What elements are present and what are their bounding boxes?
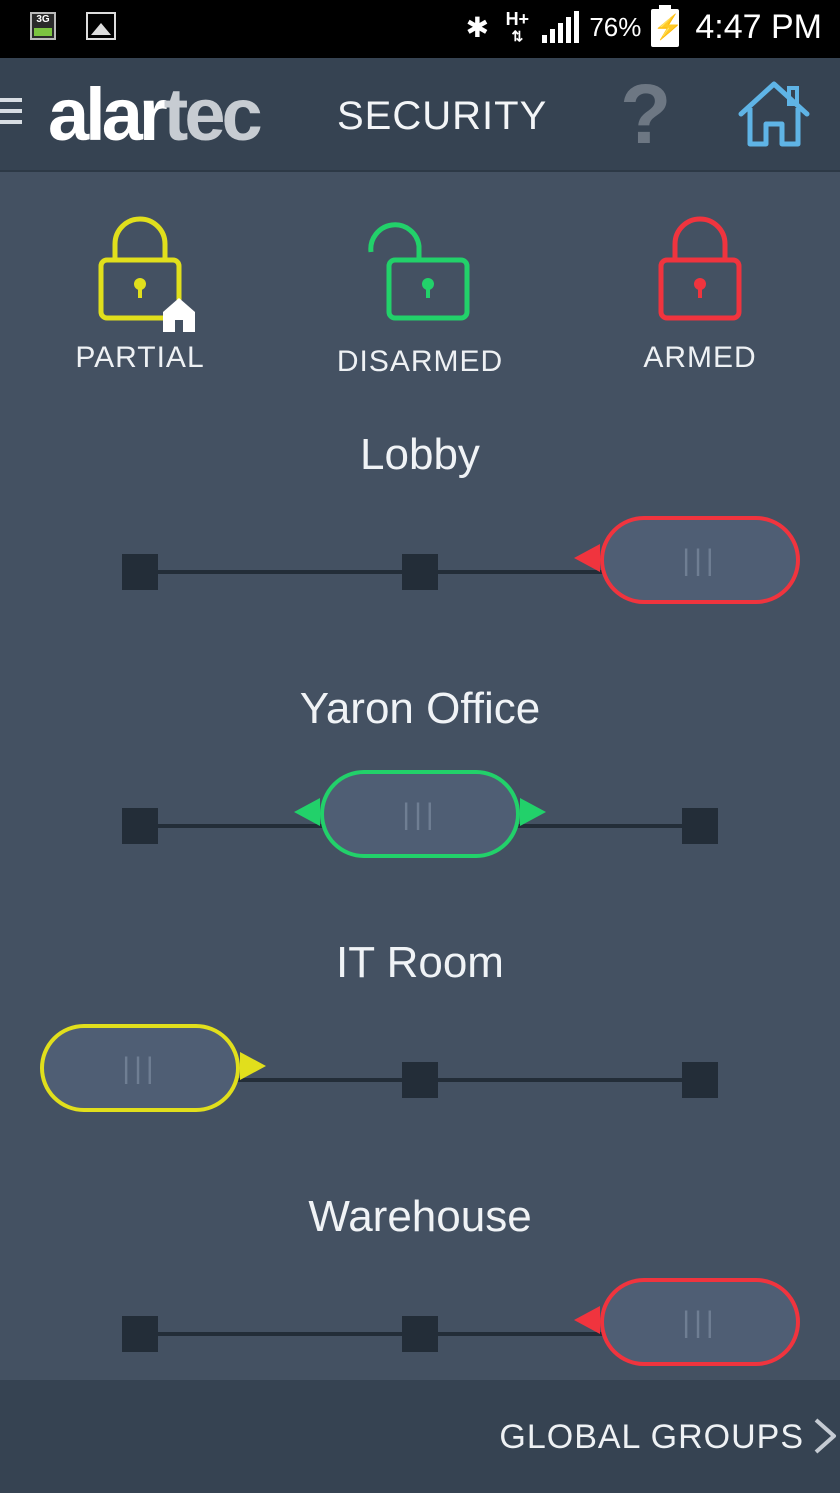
arrow-right-icon — [240, 1052, 266, 1080]
page-title: SECURITY — [337, 94, 548, 138]
lock-home-icon — [98, 216, 195, 332]
slider-stop-armed[interactable] — [682, 808, 718, 844]
mode-partial[interactable]: PARTIAL — [40, 212, 240, 375]
grip-lines-icon: ||| — [402, 798, 438, 831]
slider-stop-disarmed[interactable] — [402, 554, 438, 590]
grip-lines-icon: ||| — [682, 544, 718, 577]
clock: 4:47 PM — [695, 8, 822, 46]
footer-bar: GLOBAL GROUPS — [0, 1380, 840, 1493]
zone-name: IT Room — [336, 938, 504, 987]
status-bar: 3G ✱ H+⇅ 76% 4:47 PM — [0, 0, 840, 58]
zone-name: Warehouse — [308, 1192, 532, 1241]
mode-armed[interactable]: ARMED — [600, 212, 800, 375]
mode-legend: PARTIAL DISARMED ARMED — [0, 212, 840, 382]
3g-icon: 3G — [30, 12, 56, 40]
slider-stop-partial[interactable] — [122, 554, 158, 590]
grip-lines-icon: ||| — [122, 1052, 158, 1085]
slider-stop-disarmed[interactable] — [402, 1062, 438, 1098]
home-icon[interactable] — [735, 78, 813, 150]
zone-lobby: Lobby ||| — [0, 412, 840, 666]
help-icon[interactable]: ? — [620, 72, 671, 156]
slider-stop-disarmed[interactable] — [402, 1316, 438, 1352]
signal-icon — [542, 10, 580, 43]
slider-thumb[interactable]: ||| — [600, 516, 800, 604]
alartec-logo: alartec — [48, 73, 263, 156]
slider-stop-partial[interactable] — [122, 808, 158, 844]
mode-label: ARMED — [643, 341, 757, 374]
security-panel: PARTIAL DISARMED ARMED Lobby ||| Yaron O… — [0, 172, 840, 1380]
arrow-left-icon — [574, 1306, 600, 1334]
data-type-icon: H+ ⇅ — [505, 9, 530, 44]
app-header: alartec SECURITY ? — [0, 58, 840, 172]
zone-name: Yaron Office — [299, 684, 541, 733]
grip-lines-icon: ||| — [682, 1306, 718, 1339]
slider-stop-partial[interactable] — [122, 1316, 158, 1352]
arrow-left-icon — [574, 544, 600, 572]
lock-closed-icon — [658, 216, 742, 321]
mode-disarmed[interactable]: DISARMED — [320, 216, 520, 379]
zone-name: Lobby — [360, 430, 480, 479]
zone-it-room: IT Room ||| — [0, 920, 840, 1174]
bluetooth-icon: ✱ — [465, 12, 490, 43]
slider-thumb[interactable]: ||| — [600, 1278, 800, 1366]
arrow-left-icon — [294, 798, 320, 826]
global-groups-link[interactable]: GLOBAL GROUPS — [499, 1418, 804, 1457]
arrow-right-icon — [520, 798, 546, 826]
chevron-right-icon[interactable] — [812, 1416, 838, 1456]
mode-label: PARTIAL — [75, 341, 205, 374]
mode-label: DISARMED — [336, 345, 504, 378]
menu-icon[interactable] — [0, 98, 24, 128]
slider-stop-armed[interactable] — [682, 1062, 718, 1098]
slider-thumb[interactable]: ||| — [40, 1024, 240, 1112]
image-icon — [86, 12, 116, 40]
battery-percent: 76% — [589, 12, 642, 42]
battery-charging-icon — [651, 4, 683, 47]
slider-thumb[interactable]: ||| — [320, 770, 520, 858]
lock-open-icon — [368, 222, 470, 321]
zone-yaron-office: Yaron Office ||| — [0, 666, 840, 920]
